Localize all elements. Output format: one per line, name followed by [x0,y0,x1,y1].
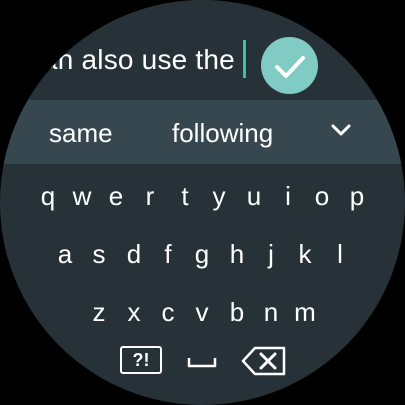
text-input-area[interactable]: an also use the [0,0,405,100]
key-a[interactable]: a [52,239,78,270]
key-z[interactable]: z [86,297,112,328]
key-v[interactable]: v [189,297,215,328]
key-q[interactable]: q [35,181,61,212]
check-icon [275,56,305,78]
suggestion-following[interactable]: following [172,118,273,149]
key-l[interactable]: l [327,239,353,270]
suggestion-same[interactable]: same [49,118,113,149]
key-b[interactable]: b [224,297,250,328]
key-d[interactable]: d [121,239,147,270]
text-cursor [243,40,246,78]
key-j[interactable]: j [258,239,284,270]
key-h[interactable]: h [224,239,250,270]
key-y[interactable]: y [206,181,232,212]
space-bar-icon[interactable] [186,354,218,370]
key-e[interactable]: e [103,181,129,212]
key-s[interactable]: s [86,239,112,270]
key-t[interactable]: t [172,181,198,212]
key-x[interactable]: x [121,297,147,328]
key-i[interactable]: i [275,181,301,212]
key-k[interactable]: k [292,239,318,270]
symbols-key[interactable]: ?! [120,346,162,374]
key-f[interactable]: f [155,239,181,270]
key-w[interactable]: w [69,181,95,212]
key-n[interactable]: n [258,297,284,328]
key-c[interactable]: c [155,297,181,328]
key-p[interactable]: p [344,181,370,212]
key-u[interactable]: u [241,181,267,212]
confirm-button[interactable] [261,37,318,94]
key-o[interactable]: o [309,181,335,212]
entered-text: an also use the [42,44,235,75]
key-m[interactable]: m [292,297,318,328]
chevron-down-icon[interactable] [328,121,354,141]
key-r[interactable]: r [137,181,163,212]
backspace-icon[interactable] [241,345,287,377]
watch-screen: an also use the same following q w e r t… [0,0,405,405]
key-g[interactable]: g [189,239,215,270]
symbols-key-label: ?! [132,350,150,370]
